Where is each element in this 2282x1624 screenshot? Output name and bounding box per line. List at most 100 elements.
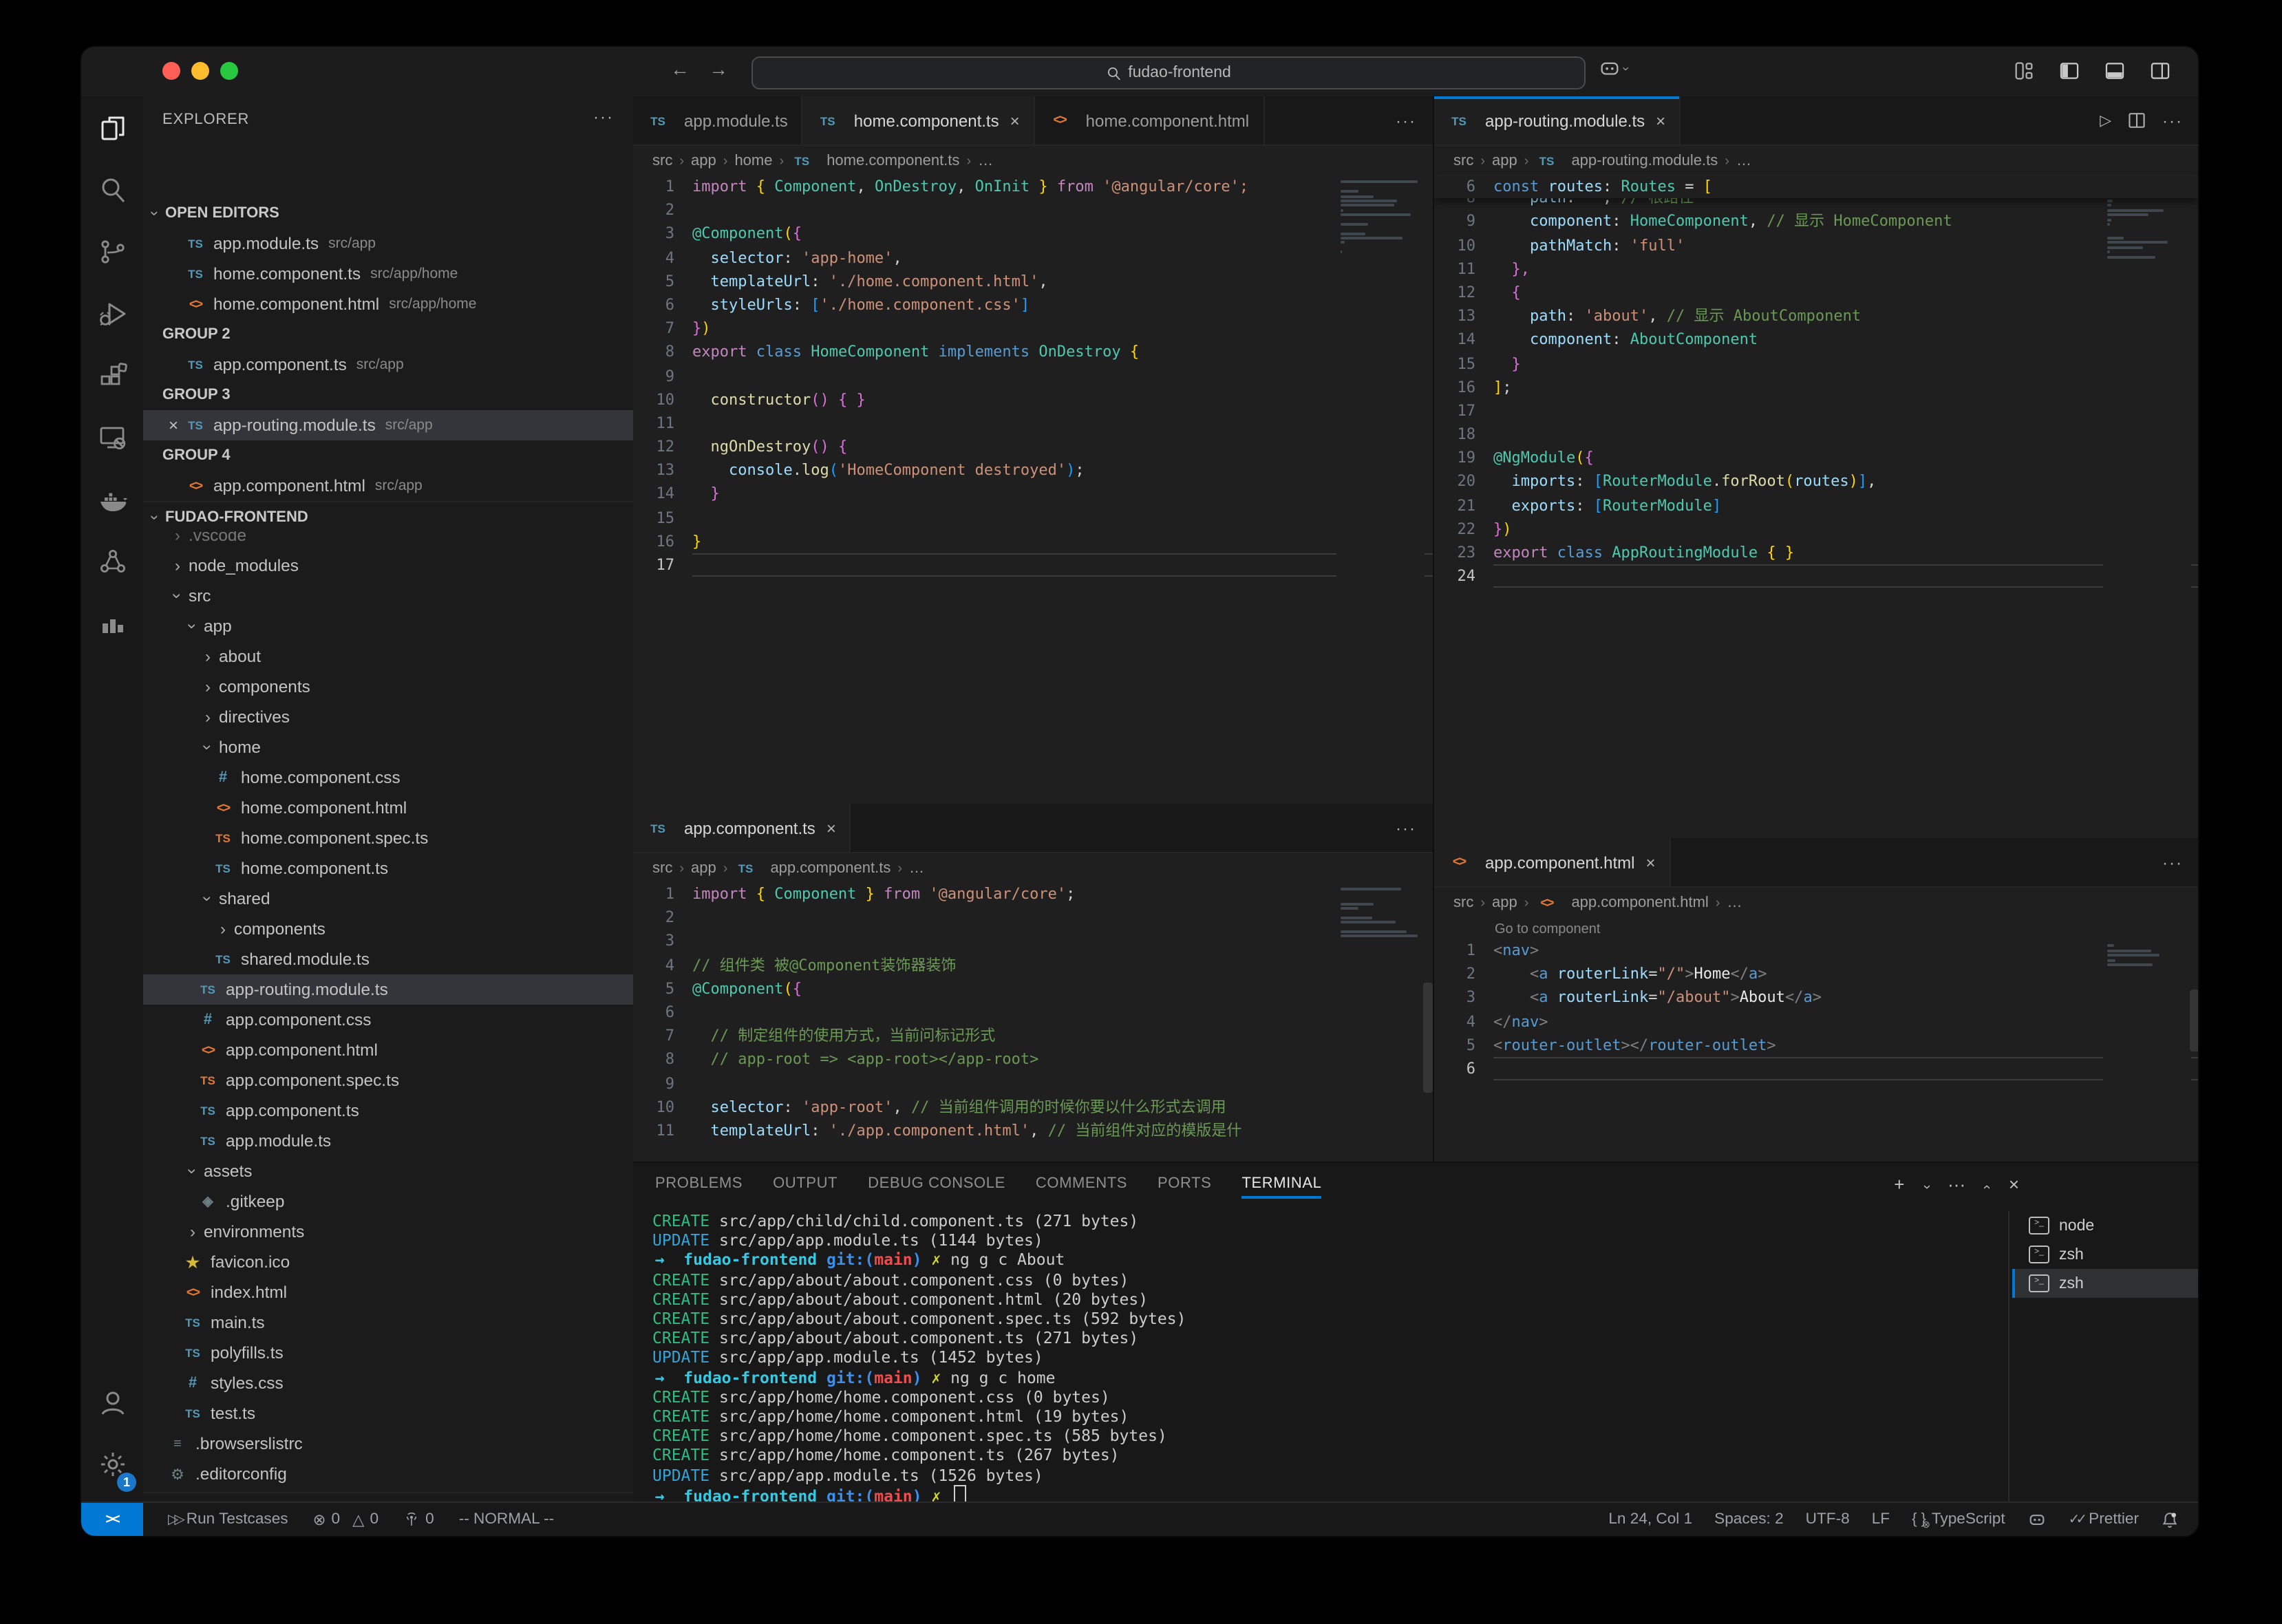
tab-home.component.html[interactable]: <> home.component.html — [1034, 96, 1265, 145]
open-editor-item-home.component.ts[interactable]: TS home.component.ts src/app/home — [143, 259, 633, 289]
breadcrumb-tail[interactable]: … — [909, 860, 924, 877]
close-icon[interactable]: × — [162, 416, 184, 435]
open-editor-item-app.module.ts[interactable]: TS app.module.ts src/app — [143, 228, 633, 259]
breadcrumb-part[interactable]: src — [652, 860, 672, 877]
breadcrumb-part[interactable]: src — [1453, 153, 1473, 169]
tree-item-test.ts[interactable]: TS test.ts — [143, 1398, 633, 1429]
codelens-go-to-component[interactable]: Go to component — [1434, 918, 2198, 940]
breadcrumb-file[interactable]: home.component.ts — [827, 153, 959, 169]
tree-item-about[interactable]: › about — [143, 641, 633, 672]
tree-item-home[interactable]: › home — [143, 732, 633, 762]
search-icon[interactable] — [81, 158, 143, 220]
tree-item-app.component.spec.ts[interactable]: TS app.component.spec.ts — [143, 1065, 633, 1096]
close-window-button[interactable] — [162, 62, 180, 80]
tree-item-app.module.ts[interactable]: TS app.module.ts — [143, 1126, 633, 1156]
breadcrumb[interactable]: src › app › TS app.component.ts ›… — [633, 853, 1433, 884]
editor-group-2[interactable]: TS app.component.ts × ··· src › app › TS app.comp… — [633, 804, 1433, 1162]
minimap[interactable] — [1336, 882, 1425, 1162]
breadcrumb-file[interactable]: app-routing.module.ts — [1571, 153, 1718, 169]
breadcrumb-part[interactable]: app — [691, 860, 716, 877]
status-notifications[interactable] — [2161, 1510, 2179, 1528]
tree-item-styles.css[interactable]: # styles.css — [143, 1368, 633, 1398]
open-editor-item-home.component.html[interactable]: <> home.component.html src/app/home — [143, 289, 633, 319]
extensions-icon[interactable] — [81, 344, 143, 406]
vertical-scrollbar[interactable] — [1423, 983, 1433, 1093]
panel-tab-ports[interactable]: PORTS — [1158, 1163, 1211, 1204]
editor-group-1[interactable]: TS app.module.ts TS home.component.ts × <> hom… — [633, 96, 1433, 804]
run-file-icon[interactable]: ▷ — [2100, 111, 2111, 129]
panel-tab-output[interactable]: OUTPUT — [773, 1163, 838, 1204]
chevron-down-icon[interactable]: › — [1919, 1173, 1934, 1194]
tree-item-home.component.spec.ts[interactable]: TS home.component.spec.ts — [143, 823, 633, 853]
tree-item-components[interactable]: › components — [143, 914, 633, 944]
status-prettier[interactable]: ✓✓ Prettier — [2069, 1511, 2139, 1528]
tree-item-.browserslistrc[interactable]: ≡ .browserslistrc — [143, 1429, 633, 1459]
minimap[interactable] — [1336, 175, 1425, 592]
run-debug-icon[interactable] — [81, 282, 143, 344]
panel-tab-terminal[interactable]: TERMINAL — [1241, 1163, 1322, 1204]
code-area[interactable]: 6const routes: Routes = [8 path: '', // … — [1434, 175, 2198, 838]
breadcrumb-file[interactable]: app.component.ts — [770, 860, 891, 877]
zoom-window-button[interactable] — [220, 62, 238, 80]
settings-icon[interactable]: 1 — [81, 1433, 143, 1495]
more-actions-icon[interactable]: ··· — [1396, 111, 1416, 130]
open-editor-item-app.component.html[interactable]: <> app.component.html src/app — [143, 471, 633, 501]
tree-item-home.component.ts[interactable]: TS home.component.ts — [143, 853, 633, 884]
minimap[interactable] — [2103, 939, 2191, 1080]
status-ports[interactable]: 0 — [403, 1511, 434, 1528]
copilot-menu-button[interactable]: › — [1598, 56, 1633, 80]
remote-indicator[interactable]: >< — [81, 1503, 143, 1536]
tree-item-home.component.html[interactable]: <> home.component.html — [143, 793, 633, 823]
more-actions-icon[interactable]: ··· — [2162, 111, 2183, 130]
tree-item-app.component.ts[interactable]: TS app.component.ts — [143, 1096, 633, 1126]
close-icon[interactable]: × — [827, 818, 836, 837]
sticky-scroll-line[interactable]: 6 const routes: Routes = [ — [1434, 175, 2198, 199]
status-run-all[interactable]: ▷▷ Run Testcases — [168, 1511, 288, 1528]
go-forward-button[interactable]: → — [709, 58, 728, 80]
tree-item-src[interactable]: › src — [143, 581, 633, 611]
split-editor-icon[interactable] — [2128, 111, 2146, 129]
stats-icon[interactable] — [81, 592, 143, 654]
tree-item-components[interactable]: › components — [143, 672, 633, 702]
minimize-window-button[interactable] — [191, 62, 209, 80]
tree-item-app-routing.module.ts[interactable]: TS app-routing.module.ts — [143, 974, 633, 1005]
breadcrumb[interactable]: src › app › TS app-routing.module.ts ›… — [1434, 146, 2198, 176]
more-actions-icon[interactable]: ··· — [1396, 818, 1416, 837]
breadcrumb-part[interactable]: app — [1492, 895, 1517, 911]
tree-item-node_modules[interactable]: › node_modules — [143, 551, 633, 581]
terminal-output[interactable]: CREATE src/app/child/child.component.ts … — [652, 1211, 2005, 1504]
breadcrumb-part[interactable]: src — [652, 153, 672, 169]
maximize-panel-icon[interactable]: › — [1979, 1173, 1994, 1194]
new-terminal-icon[interactable]: + — [1894, 1173, 1904, 1194]
tree-item-app.component.css[interactable]: # app.component.css — [143, 1005, 633, 1035]
search-input[interactable]: fudao-frontend — [751, 56, 1586, 89]
status-vim-mode[interactable]: -- NORMAL -- — [459, 1511, 555, 1528]
tree-item-.editorconfig[interactable]: ⚙ .editorconfig — [143, 1459, 633, 1489]
breadcrumb-part[interactable]: app — [1492, 153, 1517, 169]
more-actions-icon[interactable]: ··· — [2162, 853, 2183, 872]
project-section-header[interactable]: › FUDAO-FRONTEND — [143, 501, 633, 533]
code-area[interactable]: 1 import { Component } from '@angular/cor… — [633, 882, 1433, 1162]
terminal-instance-zsh-2[interactable]: >_ zsh — [2012, 1269, 2198, 1298]
tree-item-environments[interactable]: › environments — [143, 1217, 633, 1247]
terminal-list-sash[interactable] — [2008, 1211, 2009, 1504]
terminal-instance-node-0[interactable]: >_ node — [2012, 1211, 2198, 1240]
close-icon[interactable]: × — [1010, 111, 1020, 130]
status-errors-warnings[interactable]: ⊗ 0 △ 0 — [313, 1510, 379, 1528]
tree-item-.vscode[interactable]: › .vscode — [143, 531, 633, 551]
status-indentation[interactable]: Spaces: 2 — [1714, 1511, 1784, 1528]
toggle-secondary-sidebar-icon[interactable] — [2146, 56, 2173, 84]
tree-item-app.component.html[interactable]: <> app.component.html — [143, 1035, 633, 1065]
explorer-more-actions-icon[interactable]: ··· — [593, 107, 614, 127]
tab-app.component.html[interactable]: <> app.component.html × — [1434, 838, 1671, 886]
docker-icon[interactable] — [81, 468, 143, 530]
status-cursor-position[interactable]: Ln 24, Col 1 — [1608, 1511, 1692, 1528]
status-encoding[interactable]: UTF-8 — [1806, 1511, 1850, 1528]
breadcrumb-tail[interactable]: … — [978, 153, 993, 169]
breadcrumb-part[interactable]: src — [1453, 895, 1473, 911]
status-copilot[interactable] — [2027, 1510, 2047, 1529]
accounts-icon[interactable] — [81, 1371, 143, 1433]
remote-explorer-icon[interactable] — [81, 406, 143, 468]
status-eol[interactable]: LF — [1872, 1511, 1890, 1528]
breadcrumb-part[interactable]: app — [691, 153, 716, 169]
